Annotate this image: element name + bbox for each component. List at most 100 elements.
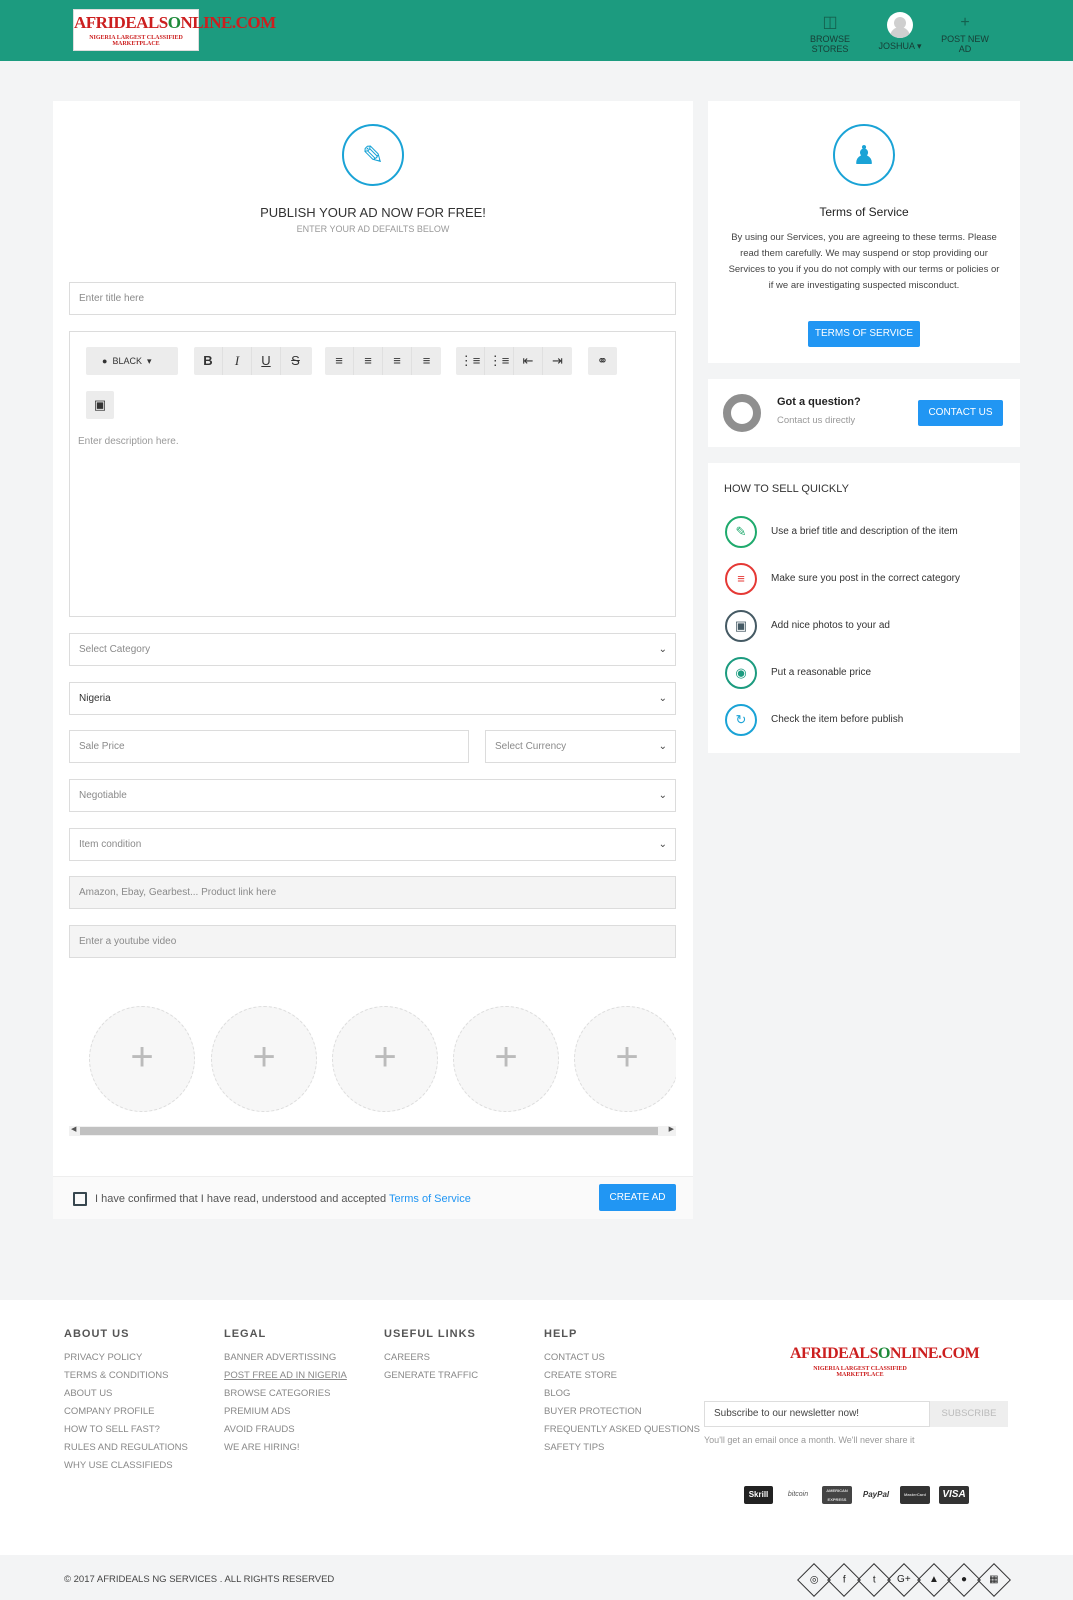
footer-link[interactable]: AVOID FRAUDS: [224, 1421, 347, 1439]
footer-link[interactable]: BUYER PROTECTION: [544, 1403, 700, 1421]
footer-link[interactable]: CONTACT US: [544, 1349, 700, 1367]
footer-link[interactable]: PRIVACY POLICY: [64, 1349, 188, 1367]
footer-link[interactable]: BLOG: [544, 1385, 700, 1403]
category-select[interactable]: Select Category ⌄: [69, 633, 676, 666]
negotiable-select[interactable]: Negotiable ⌄: [69, 779, 676, 812]
price-input-placeholder: Sale Price: [79, 741, 125, 752]
align-center-icon[interactable]: ≡: [383, 347, 412, 375]
strikethrough-icon[interactable]: S: [281, 347, 310, 375]
align-right-icon[interactable]: ≡: [354, 347, 383, 375]
footer-link[interactable]: GENERATE TRAFFIC: [384, 1367, 478, 1385]
footer-link[interactable]: CAREERS: [384, 1349, 478, 1367]
scrollbar-thumb[interactable]: [80, 1127, 658, 1135]
negotiable-select-value: Negotiable: [79, 790, 127, 801]
subscribe-button[interactable]: SUBSCRIBE: [930, 1401, 1008, 1427]
copyright-text: © 2017 AFRIDEALS NG SERVICES . ALL RIGHT…: [64, 1574, 335, 1585]
droplet-icon: ●: [102, 356, 108, 366]
lifebuoy-icon: [723, 394, 761, 432]
footer-link[interactable]: CREATE STORE: [544, 1367, 700, 1385]
newsletter-note: You'll get an email once a month. We'll …: [704, 1435, 915, 1445]
terms-label: I have confirmed that I have read, under…: [95, 1193, 471, 1205]
footer-link[interactable]: SAFETY TIPS: [544, 1439, 700, 1457]
bullet-list-icon[interactable]: ⋮≡: [456, 347, 485, 375]
footer-link[interactable]: HOW TO SELL FAST?: [64, 1421, 188, 1439]
terms-card-body: By using our Services, you are agreeing …: [728, 232, 1000, 291]
title-input[interactable]: Enter title here: [69, 282, 676, 315]
skrill-icon: Skrill: [744, 1486, 773, 1504]
chevron-down-icon: ⌄: [658, 644, 667, 655]
align-left-icon[interactable]: ≡: [325, 347, 354, 375]
footer-col-heading: ABOUT US: [64, 1328, 130, 1340]
bold-icon[interactable]: B: [194, 347, 223, 375]
photo-upload-slot[interactable]: +: [574, 1006, 676, 1112]
photo-upload-slot[interactable]: +: [89, 1006, 195, 1112]
terms-card-title: Terms of Service: [819, 205, 909, 219]
numbered-list-icon[interactable]: ⋮≡: [485, 347, 514, 375]
image-icon[interactable]: ▣: [86, 391, 114, 419]
nav-browse-stores[interactable]: ◫ BROWSE STORES: [794, 12, 866, 54]
indent-icon[interactable]: ⇥: [543, 347, 572, 375]
footer-link[interactable]: POST FREE AD IN NIGERIA: [224, 1367, 347, 1385]
site-logo[interactable]: AFRIDEALSONLINE.COM NIGERIA LARGEST CLAS…: [73, 9, 276, 51]
sell-tip-text: Use a brief title and description of the…: [771, 526, 958, 537]
footer-link[interactable]: BROWSE CATEGORIES: [224, 1385, 347, 1403]
newsletter-input[interactable]: Subscribe to our newsletter now!: [704, 1401, 930, 1427]
image-group: ▣: [86, 391, 114, 419]
scroll-right-icon[interactable]: ▶: [669, 1125, 674, 1133]
price-input[interactable]: Sale Price: [69, 730, 469, 763]
terms-of-service-button[interactable]: TERMS OF SERVICE: [808, 321, 920, 347]
footer-link[interactable]: WE ARE HIRING!: [224, 1439, 347, 1457]
country-select-value: Nigeria: [79, 693, 111, 704]
italic-icon[interactable]: I: [223, 347, 252, 375]
avatar: [887, 12, 913, 38]
list-group: ⋮≡ ⋮≡ ⇤ ⇥: [456, 347, 572, 375]
horizontal-scrollbar[interactable]: ◀ ▶: [69, 1126, 676, 1136]
footer-link[interactable]: ABOUT US: [64, 1385, 188, 1403]
contact-us-button[interactable]: CONTACT US: [918, 400, 1003, 426]
photo-upload-slot[interactable]: +: [453, 1006, 559, 1112]
sell-tip-text: Make sure you post in the correct catego…: [771, 573, 960, 584]
question-title: Got a question?: [777, 396, 861, 408]
outdent-icon[interactable]: ⇤: [514, 347, 543, 375]
category-select-value: Select Category: [79, 644, 151, 655]
footer-link[interactable]: FREQUENTLY ASKED QUESTIONS: [544, 1421, 700, 1439]
footer-logo-tagline: NIGERIA LARGEST CLASSIFIED MARKETPLACE: [813, 1366, 907, 1378]
underline-icon[interactable]: U: [252, 347, 281, 375]
footer-link[interactable]: COMPANY PROFILE: [64, 1403, 188, 1421]
nav-post-new-ad-label: POST NEW AD: [941, 34, 989, 54]
align-justify-icon[interactable]: ≡: [412, 347, 441, 375]
text-color-dropdown[interactable]: ● BLACK ▾: [86, 347, 178, 375]
footer-col-heading: HELP: [544, 1328, 578, 1340]
photo-upload-slot[interactable]: +: [211, 1006, 317, 1112]
scroll-left-icon[interactable]: ◀: [71, 1125, 76, 1133]
footer-link[interactable]: PREMIUM ADS: [224, 1403, 347, 1421]
edit-icon: ✎: [342, 124, 404, 186]
youtube-input[interactable]: Enter a youtube video: [69, 925, 676, 958]
country-select[interactable]: Nigeria ⌄: [69, 682, 676, 715]
currency-select[interactable]: Select Currency ⌄: [485, 730, 676, 763]
logo-text-c: NLINE.COM: [180, 13, 276, 32]
footer-logo[interactable]: AFRIDEALSONLINE.COM NIGERIA LARGEST CLAS…: [790, 1344, 980, 1378]
link-icon[interactable]: ⚭: [588, 347, 617, 375]
terms-checkbox[interactable]: [73, 1192, 87, 1206]
paypal-icon: PayPal: [861, 1486, 891, 1504]
photo-upload-slot[interactable]: +: [332, 1006, 438, 1112]
sell-tip-text: Add nice photos to your ad: [771, 620, 890, 631]
create-ad-button[interactable]: CREATE AD: [599, 1184, 676, 1211]
bitcoin-icon: bitcoin: [783, 1486, 813, 1504]
footer-logo-text-a: AFRIDEALS: [790, 1345, 878, 1362]
condition-select[interactable]: Item condition ⌄: [69, 828, 676, 861]
footer-link[interactable]: TERMS & CONDITIONS: [64, 1367, 188, 1385]
nav-browse-stores-label: BROWSE STORES: [809, 34, 850, 54]
format-group: BIUS: [194, 347, 312, 375]
product-link-input[interactable]: Amazon, Ebay, Gearbest... Product link h…: [69, 876, 676, 909]
footer-link[interactable]: BANNER ADVERTISSING: [224, 1349, 347, 1367]
footer-link[interactable]: WHY USE CLASSIFIEDS: [64, 1457, 188, 1475]
nav-post-new-ad[interactable]: + POST NEW AD: [935, 12, 995, 54]
plus-icon: +: [960, 14, 970, 31]
nav-user-menu[interactable]: JOSHUA ▾: [874, 12, 926, 52]
logo-text-a: AFRIDEALS: [74, 13, 168, 32]
terms-link[interactable]: Terms of Service: [389, 1193, 471, 1205]
sell-tip-item: ▣ Add nice photos to your ad: [725, 610, 1005, 644]
footer-link[interactable]: RULES AND REGULATIONS: [64, 1439, 188, 1457]
